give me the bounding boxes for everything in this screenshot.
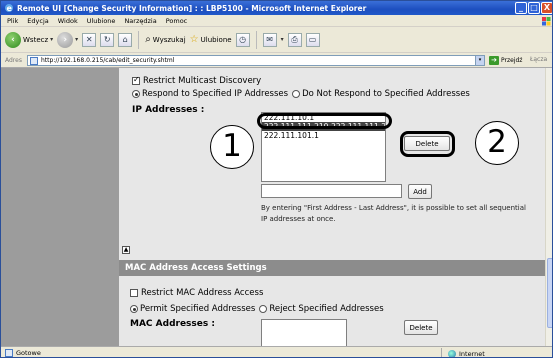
minimize-button[interactable]: _	[515, 2, 527, 14]
menu-edit[interactable]: Edycja	[27, 17, 48, 25]
permit-specified-radio[interactable]	[130, 305, 138, 313]
menu-view[interactable]: Widok	[58, 17, 78, 25]
restrict-multicast-checkbox[interactable]	[132, 75, 140, 85]
globe-icon	[448, 349, 456, 357]
address-input[interactable]: http://192.168.0.215/cab/edit_security.s…	[27, 55, 485, 66]
reject-specified-label: Reject Specified Addresses	[269, 304, 384, 314]
vertical-scrollbar[interactable]	[545, 68, 552, 346]
star-icon: ☆	[189, 34, 199, 45]
back-label: Wstecz	[23, 35, 49, 44]
forward-button[interactable]: › ▾	[57, 31, 78, 48]
restrict-multicast-label: Restrict Multicast Discovery	[143, 76, 262, 86]
security-settings-panel: Restrict Multicast Discovery Respond to …	[119, 68, 545, 346]
menu-favorites[interactable]: Ulubione	[87, 17, 116, 25]
mac-addresses-label: MAC Addresses :	[130, 319, 215, 329]
print-icon[interactable]: ⎙	[287, 32, 302, 47]
internet-explorer-icon: e	[5, 4, 13, 13]
forward-arrow-icon: ›	[57, 31, 74, 48]
mac-delete-button[interactable]: Delete	[404, 320, 438, 335]
search-button[interactable]: ⌕ Wyszukaj	[145, 34, 185, 45]
restrict-mac-row: Restrict MAC Address Access	[130, 288, 263, 298]
page-content: Restrict Multicast Discovery Respond to …	[1, 68, 545, 346]
delete-button-highlight	[400, 131, 455, 157]
left-sidebar	[1, 68, 119, 346]
window-title: Remote UI [Change Security Information] …	[17, 3, 367, 13]
callout-2: 2	[475, 121, 519, 165]
restrict-mac-label: Restrict MAC Address Access	[141, 288, 264, 298]
stop-icon[interactable]: ✕	[82, 32, 97, 47]
status-text: Gotowe	[16, 349, 41, 357]
address-dropdown-icon[interactable]: ▾	[475, 56, 484, 65]
restrict-multicast-row: Restrict Multicast Discovery	[132, 75, 262, 86]
security-zone: Internet	[441, 348, 485, 358]
back-dropdown-icon[interactable]: ▾	[50, 36, 53, 43]
go-label: Przejdź	[501, 57, 523, 64]
home-icon[interactable]: ⌂	[118, 32, 133, 47]
respond-specified-label: Respond to Specified IP Addresses	[142, 89, 289, 99]
address-label: Adres	[5, 56, 22, 64]
links-label[interactable]: Łącza	[530, 56, 547, 63]
browser-window: e Remote UI [Change Security Information…	[0, 0, 553, 358]
refresh-icon[interactable]: ↻	[100, 32, 115, 47]
menu-tools[interactable]: Narzędzia	[124, 17, 156, 25]
back-arrow-icon: ‹	[5, 31, 21, 48]
status-bar: Gotowe Internet	[1, 346, 552, 358]
favorites-button[interactable]: ☆ Ulubione	[190, 34, 232, 45]
selected-ip-highlight	[257, 113, 392, 129]
ip-address-input[interactable]	[261, 184, 402, 198]
search-icon: ⌕	[145, 34, 151, 45]
ip-addresses-label: IP Addresses :	[132, 105, 205, 115]
svg-text:e: e	[7, 4, 13, 13]
permit-specified-label: Permit Specified Addresses	[140, 304, 256, 314]
close-button[interactable]: X	[541, 2, 552, 14]
mail-icon[interactable]: ✉	[262, 32, 277, 47]
go-arrow-icon: ➔	[489, 56, 499, 65]
reject-specified-radio[interactable]	[259, 305, 268, 313]
ip-list-item[interactable]: 222.111.101.1	[262, 131, 385, 140]
zone-label: Internet	[459, 349, 485, 358]
mac-address-list[interactable]	[261, 319, 347, 346]
page-icon	[30, 56, 38, 65]
toolbar-separator	[255, 30, 257, 49]
page-done-icon	[5, 349, 13, 357]
ip-range-note: By entering "First Address - Last Addres…	[261, 204, 526, 223]
respond-specified-radio[interactable]	[132, 90, 140, 98]
toolbar: ‹ Wstecz ▾ › ▾ ✕ ↻ ⌂ ⌕ Wyszukaj ☆ Ulubio…	[1, 27, 552, 53]
mac-section-header: MAC Address Access Settings	[119, 260, 545, 276]
menu-help[interactable]: Pomoc	[166, 17, 188, 25]
address-bar: Adres http://192.168.0.215/cab/edit_secu…	[1, 53, 552, 68]
no-respond-label: Do Not Respond to Specified Addresses	[302, 89, 470, 99]
edit-page-icon[interactable]: ▭	[305, 32, 320, 47]
maximize-button[interactable]: □	[528, 2, 540, 14]
address-url: http://192.168.0.215/cab/edit_security.s…	[41, 57, 175, 64]
title-bar: e Remote UI [Change Security Information…	[1, 1, 552, 15]
windows-logo-icon	[542, 17, 551, 26]
mail-dropdown-icon[interactable]: ▾	[281, 36, 284, 43]
history-icon[interactable]: ◷	[235, 32, 250, 47]
search-label: Wyszukaj	[152, 35, 186, 44]
callout-1: 1	[210, 125, 254, 169]
no-respond-radio[interactable]	[292, 90, 301, 98]
favorites-label: Ulubione	[200, 35, 232, 44]
toolbar-separator	[138, 30, 140, 49]
collapse-icon[interactable]: ▲	[122, 246, 130, 254]
back-button[interactable]: ‹ Wstecz ▾	[5, 31, 53, 48]
ip-add-button[interactable]: Add	[408, 184, 432, 199]
mac-mode-row: Permit Specified Addresses Reject Specif…	[130, 304, 384, 314]
go-button[interactable]: ➔ Przejdź	[489, 56, 522, 65]
menu-bar: Plik Edycja Widok Ulubione Narzędzia Pom…	[1, 15, 552, 27]
forward-dropdown-icon[interactable]: ▾	[75, 36, 78, 43]
multicast-mode-row: Respond to Specified IP Addresses Do Not…	[132, 89, 470, 99]
restrict-mac-checkbox[interactable]	[130, 289, 138, 297]
scrollbar-thumb[interactable]	[547, 258, 552, 328]
menu-file[interactable]: Plik	[7, 17, 18, 25]
